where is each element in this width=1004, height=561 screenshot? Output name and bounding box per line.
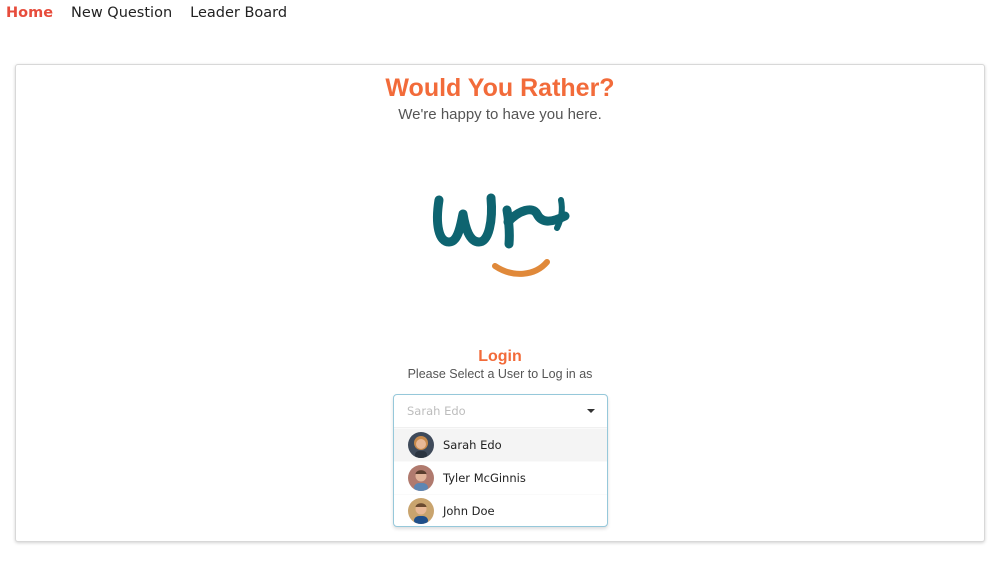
user-select-dropdown[interactable]: Sarah Edo Sarah Edo Tyler McGinnis John … — [393, 394, 608, 527]
user-select-current[interactable]: Sarah Edo — [394, 395, 607, 427]
nav-leader-board-link[interactable]: Leader Board — [190, 1, 287, 25]
top-nav: Home New Question Leader Board — [0, 0, 305, 26]
user-option-john-doe[interactable]: John Doe — [394, 494, 607, 526]
page-title: Would You Rather? — [385, 74, 615, 102]
caret-down-icon — [587, 409, 595, 413]
avatar-man-icon — [408, 498, 434, 524]
login-card: Would You Rather? We're happy to have yo… — [15, 64, 985, 542]
user-option-label: Tyler McGinnis — [443, 471, 526, 485]
user-option-tyler-mcginnis[interactable]: Tyler McGinnis — [394, 461, 607, 494]
user-option-label: Sarah Edo — [443, 438, 502, 452]
user-select-value: Sarah Edo — [407, 404, 466, 418]
avatar-woman-icon — [408, 432, 434, 458]
user-select-menu: Sarah Edo Tyler McGinnis John Doe — [394, 427, 607, 526]
user-option-sarah-edo[interactable]: Sarah Edo — [394, 428, 607, 461]
page-subtitle: We're happy to have you here. — [398, 106, 602, 123]
nav-new-question-link[interactable]: New Question — [71, 1, 172, 25]
nav-home-link[interactable]: Home — [6, 1, 53, 25]
wr-logo-graphic — [432, 193, 570, 277]
login-heading: Login — [478, 348, 522, 365]
login-instruction: Please Select a User to Log in as — [407, 367, 593, 381]
avatar-man-icon — [408, 465, 434, 491]
user-option-label: John Doe — [443, 504, 495, 518]
wr-logo — [421, 170, 581, 300]
